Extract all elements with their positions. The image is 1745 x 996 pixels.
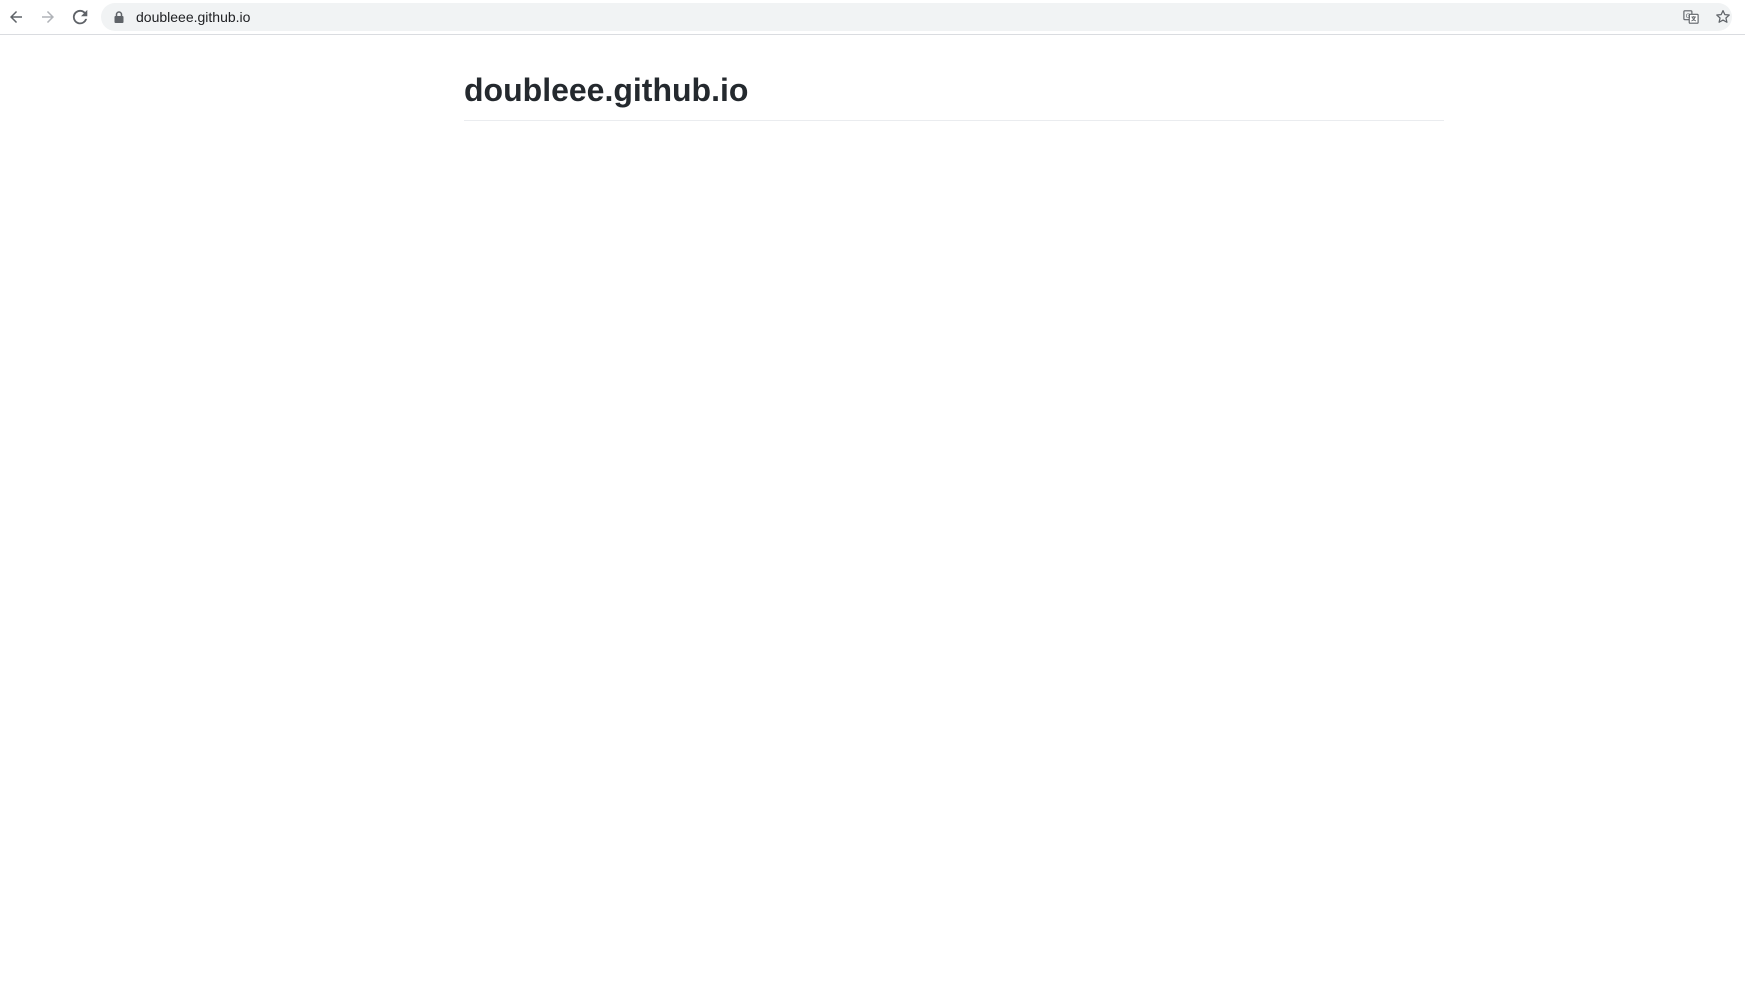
page-content: doubleee.github.io [464,60,1444,121]
forward-button[interactable] [34,3,62,31]
reload-icon [72,9,88,25]
translate-button[interactable]: G [1682,8,1700,26]
back-button[interactable] [2,3,30,31]
browser-toolbar: doubleee.github.io G [0,0,1745,35]
back-arrow-icon [10,11,22,23]
address-bar[interactable]: doubleee.github.io G [101,3,1732,31]
svg-text:G: G [1686,13,1691,20]
url-text[interactable]: doubleee.github.io [136,9,250,25]
page-title: doubleee.github.io [464,60,1444,121]
lock-icon[interactable] [112,10,126,24]
bookmark-button[interactable] [1714,8,1732,26]
reload-button[interactable] [66,3,94,31]
forward-arrow-icon [42,11,54,23]
translate-icon: G [1683,10,1699,24]
star-icon [1716,9,1730,23]
